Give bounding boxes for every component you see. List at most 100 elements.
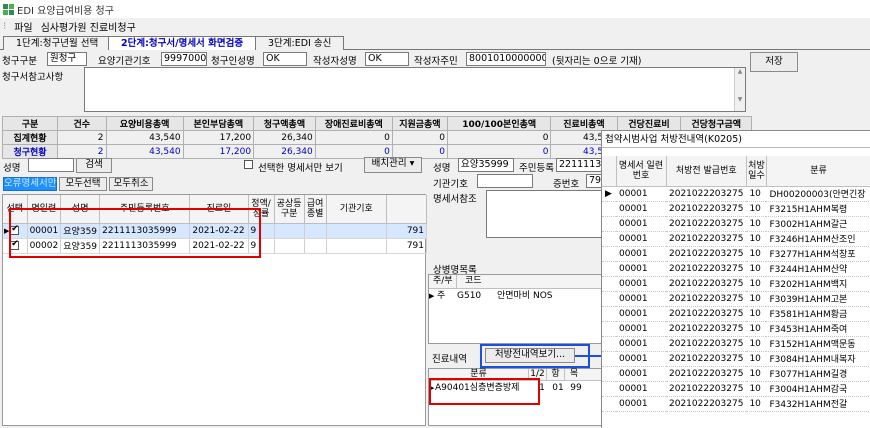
list-name-input[interactable] [28, 158, 74, 172]
summary-header: 건당청구금액 [680, 116, 752, 131]
rx-cell: 10 [746, 261, 767, 277]
rx-row[interactable]: 00001 2021022203275 10 F3039H1AHM고본 [602, 291, 870, 307]
rx-cell: 00001 [616, 306, 666, 322]
summary-header: 진료비총액 [550, 116, 618, 131]
org-code-field[interactable]: 99970001 [161, 52, 207, 66]
disease-cell: G510 [457, 291, 482, 301]
rx-cell: 10 [746, 321, 767, 337]
rx-cell: 10 [746, 381, 767, 397]
summary-cell: 청구현황 [1, 144, 59, 159]
select-all-button[interactable]: 모두선택 [59, 177, 107, 191]
menu-grip-icon: ⁝ [3, 20, 7, 32]
popup-title: 첩약시범사업 처방전내역(K0205) [602, 131, 870, 148]
disease-header: 코드 [465, 276, 482, 286]
rx-cell: 10 [746, 231, 767, 247]
rx-row[interactable]: ▶ 00001 2021022203275 10 DH00200003(안면긴장 [602, 186, 870, 202]
rx-cell: 2021022203275 [666, 336, 747, 352]
menu-file[interactable]: 파일 [14, 19, 32, 34]
detail-id-label: 주민등록 [519, 163, 554, 174]
memo-label: 청구서참고사항 [2, 72, 64, 83]
summary-cell: 43,540 [105, 144, 184, 159]
writer-id-field[interactable]: 8001010000000 [466, 52, 546, 66]
rx-cell: 2021022203275 [666, 306, 747, 322]
detail-name-label: 성명 [433, 163, 451, 174]
rx-row[interactable]: 00001 2021022203275 10 F3077H1AHM길경 [602, 366, 870, 382]
rx-cell: F3453H1AHM죽여 [766, 321, 870, 337]
grid-header: 기관기호 [326, 195, 387, 224]
detail-memo-textarea[interactable] [486, 190, 602, 238]
detail-org-field[interactable] [477, 174, 533, 188]
rx-cell: F3277H1AHM석창포 [766, 246, 870, 262]
treat-header: 항 [547, 369, 565, 380]
rx-cell: 00001 [616, 261, 666, 277]
grid-cell [274, 238, 305, 254]
rx-row[interactable]: 00001 2021022203275 10 F3244H1AHM산약 [602, 261, 870, 277]
detail-id-field[interactable]: 2211113 [556, 158, 602, 172]
rx-row[interactable]: 00001 2021022203275 10 F3152H1AHM맥문동 [602, 336, 870, 352]
tab-step1[interactable]: 1단계:청구년월 선택 [3, 36, 112, 50]
save-button[interactable]: 저장 [750, 52, 798, 72]
writer-name-field[interactable]: OK [365, 52, 409, 66]
rx-cell: 00001 [616, 246, 666, 262]
rx-cell: 00001 [616, 381, 666, 397]
arrange-button[interactable]: 배치관리 ▾ [364, 157, 422, 173]
show-selected-checkbox[interactable] [244, 160, 253, 169]
memo-scrollbar[interactable]: ▲ ▼ [734, 68, 745, 111]
tab-step2[interactable]: 2단계:청구서/명세서 화면검증 [108, 36, 257, 50]
step-tabs: 1단계:청구년월 선택 2단계:청구서/명세서 화면검증 3단계:EDI 송신 [0, 34, 870, 50]
rx-header: 처방전 발급번호 [666, 156, 747, 187]
summary-header: 건당진료비 [616, 116, 682, 131]
error-only-button[interactable]: 오류명세서만 [3, 177, 57, 191]
deselect-all-button[interactable]: 모두취소 [109, 177, 153, 191]
claim-seal-field[interactable]: OK [263, 52, 307, 66]
rx-row[interactable]: 00001 2021022203275 10 F3581H1AHM황금 [602, 306, 870, 322]
detail-org-label: 기관기호 [433, 179, 468, 190]
search-button[interactable]: 검색 [76, 158, 112, 173]
rx-cell: 2021022203275 [666, 396, 747, 412]
rx-cell: F3152H1AHM맥문동 [766, 336, 870, 352]
tab-step3[interactable]: 3단계:EDI 송신 [255, 36, 345, 50]
menu-claim[interactable]: 심사평가원 진료비청구 [41, 19, 136, 34]
rx-row[interactable]: 00001 2021022203275 10 F3453H1AHM죽여 [602, 321, 870, 337]
summary-header: 요양비용총액 [105, 116, 184, 131]
title-bar: EDI 요양급여비용 청구 [0, 0, 870, 18]
claim-type-field[interactable]: 원청구 [47, 52, 87, 66]
treat-cell: 01 [552, 383, 564, 393]
menu-bar: ⁝ 파일 심사평가원 진료비청구 [0, 18, 870, 34]
rx-history-button[interactable]: 처방전내역보기... [485, 348, 575, 363]
summary-header: 100/100본인총액 [446, 116, 552, 131]
summary-cell: 2 [57, 144, 107, 159]
rx-cell: 2021022203275 [666, 231, 747, 247]
rx-cell: 00001 [616, 186, 666, 202]
memo-textarea[interactable] [84, 67, 746, 112]
rx-cell: F3002H1AHM갈근 [766, 216, 870, 232]
app-icon [3, 3, 14, 15]
disease-cell: 안면마비 NOS [497, 291, 553, 301]
rx-cell: 00001 [616, 216, 666, 232]
detail-name-field[interactable]: 요양35999 [458, 158, 514, 172]
rx-cell: F3581H1AHM황금 [766, 306, 870, 322]
detail-cert-field[interactable]: 79 [586, 174, 602, 188]
rx-row[interactable]: 00001 2021022203275 10 F3004H1AHM감국 [602, 381, 870, 397]
rx-cell: 2021022203275 [666, 246, 747, 262]
rx-cell: F3432H1AHM전갈 [766, 396, 870, 412]
grid-cell [304, 223, 327, 239]
claim-type-label: 청구구분 [2, 56, 37, 67]
rx-row[interactable]: 00001 2021022203275 10 F3277H1AHM석창포 [602, 246, 870, 262]
rx-cell: 2021022203275 [666, 276, 747, 292]
rx-row[interactable]: 00001 2021022203275 10 F3432H1AHM전갈 [602, 396, 870, 412]
rx-row[interactable]: 00001 2021022203275 10 F3246H1AHM산조인 [602, 231, 870, 247]
rx-cell: 2021022203275 [666, 216, 747, 232]
rx-row[interactable]: 00001 2021022203275 10 F3002H1AHM갈근 [602, 216, 870, 232]
rx-cell: 00001 [616, 366, 666, 382]
rx-row[interactable]: 00001 2021022203275 10 F3202H1AHM백지 [602, 276, 870, 292]
rx-cell: 10 [746, 291, 767, 307]
rx-row[interactable]: 00001 2021022203275 10 F3215H1AHM복령 [602, 201, 870, 217]
rx-header: 처방 일수 [746, 156, 767, 187]
rx-cell: 2021022203275 [666, 366, 747, 382]
rx-row[interactable]: 00001 2021022203275 10 F3084H1AHM내복자 [602, 351, 870, 367]
rx-cell: 10 [746, 396, 767, 412]
disease-row[interactable]: ▶ 주 G510 안면마비 NOS [429, 289, 601, 303]
summary-cell: 43,540 [105, 130, 184, 145]
grid-cell [326, 223, 387, 239]
